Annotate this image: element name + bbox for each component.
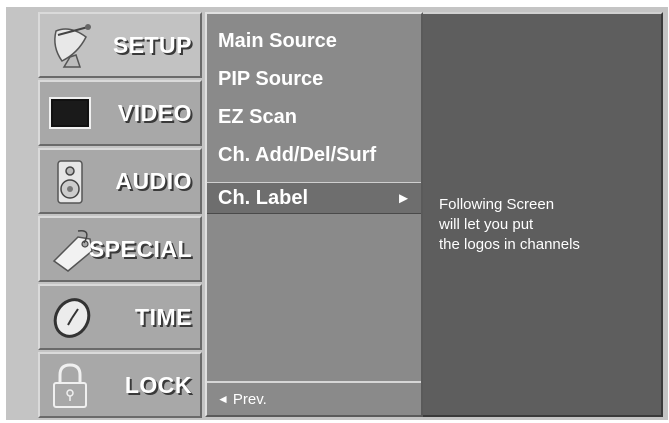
tab-special-label: SPECIAL	[88, 235, 192, 262]
tab-lock-label: LOCK	[124, 371, 192, 398]
tab-time-label: TIME	[135, 303, 192, 330]
padlock-icon	[48, 363, 96, 409]
menu-item-label: Ch. Add/Del/Surf	[218, 143, 377, 166]
satellite-dish-icon	[48, 23, 96, 69]
menu-item-label: EZ Scan	[218, 105, 297, 128]
tab-setup[interactable]: SETUP	[38, 12, 202, 78]
menu-item-main-source[interactable]: Main Source	[207, 22, 421, 60]
menu-item-label: Ch. Label	[218, 186, 309, 209]
prev-button[interactable]: ◄ Prev.	[207, 381, 421, 415]
description-line: the logos in channels	[439, 236, 580, 253]
tab-special[interactable]: SPECIAL	[38, 216, 202, 282]
menu-item-ch-add-del-surf[interactable]: Ch. Add/Del/Surf	[207, 136, 421, 174]
tab-setup-label: SETUP	[112, 31, 192, 58]
screen-icon	[48, 91, 96, 137]
tab-time[interactable]: TIME	[38, 284, 202, 350]
tab-lock[interactable]: LOCK	[38, 352, 202, 418]
tab-video-label: VIDEO	[117, 99, 192, 126]
description-line: Following Screen	[439, 196, 555, 213]
tab-audio-label: AUDIO	[115, 167, 192, 194]
description-line: will let you put	[439, 216, 534, 233]
menu-item-ez-scan[interactable]: EZ Scan	[207, 98, 421, 136]
menu-item-label: Main Source	[218, 29, 337, 52]
clock-icon	[48, 295, 96, 341]
menu-item-label: PIP Source	[218, 67, 324, 90]
tab-audio[interactable]: AUDIO	[38, 148, 202, 214]
speaker-icon	[48, 159, 96, 205]
tab-video[interactable]: VIDEO	[38, 80, 202, 146]
setup-menu: Main Source PIP Source EZ Scan Ch. Add/D…	[205, 12, 423, 417]
description-panel: Following Screen will let you put the lo…	[423, 12, 663, 417]
left-arrow-icon: ◄	[217, 392, 229, 406]
menu-item-ch-label[interactable]: Ch. Label ►	[207, 182, 421, 214]
description-text: Following Screen will let you put the lo…	[439, 195, 655, 255]
submenu-arrow-icon: ►	[396, 189, 411, 207]
menu-item-pip-source[interactable]: PIP Source	[207, 60, 421, 98]
tv-osd-menu: SETUP VIDEO AUDIO SPECIAL TIME LOCK Main…	[6, 7, 668, 420]
prev-label: Prev.	[232, 390, 267, 408]
